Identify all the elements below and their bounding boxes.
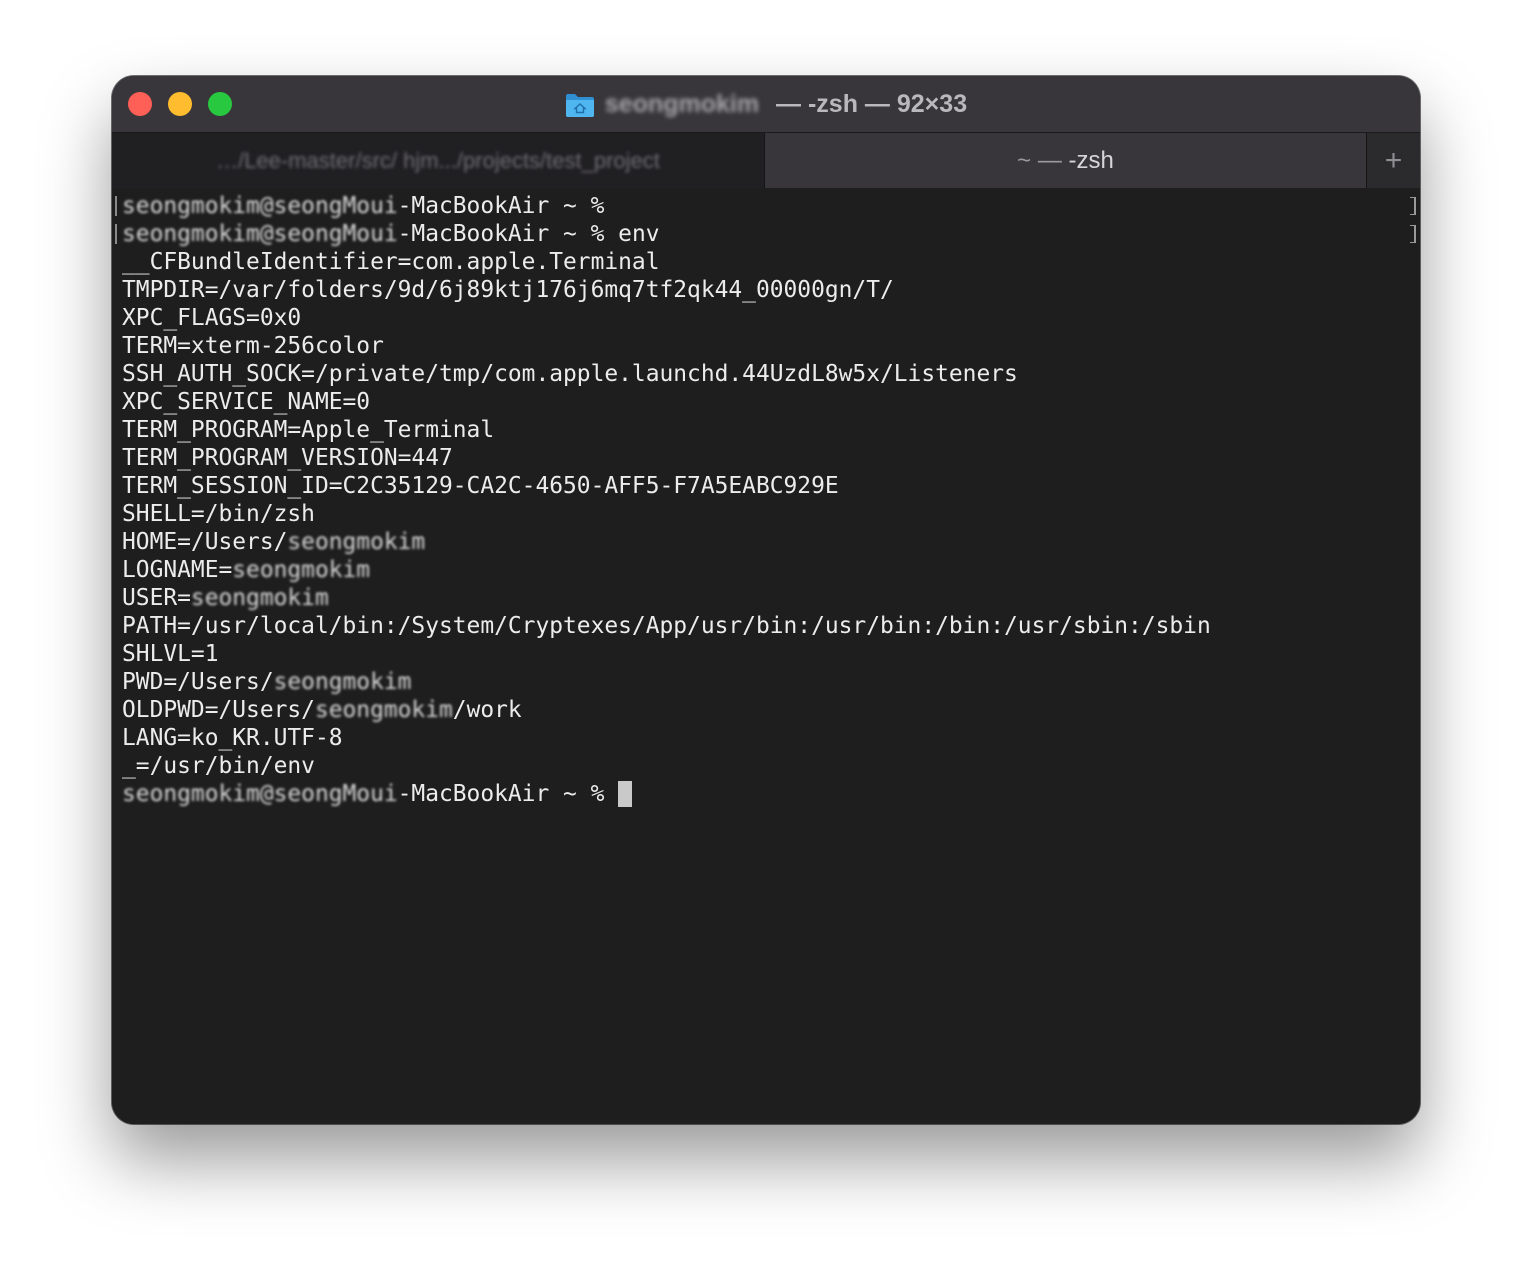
env-line-user: USER=seongmokim [122,584,1211,612]
env-line: XPC_FLAGS=0x0 [122,305,302,331]
env-line-underscore: _=/usr/bin/env [122,753,315,779]
line-marker [115,196,117,216]
folder-home-icon [565,92,595,117]
env-line: TMPDIR=/var/folders/9d/6j89ktj176j6mq7tf… [122,277,894,303]
prompt-host: -MacBookAir ~ % [397,221,619,247]
env-line-oldpwd: OLDPWD=/Users/seongmokim/work [122,696,1211,724]
tab-zsh-main: -zsh [1068,146,1114,174]
prompt-user: seongmokim@seongMoui [122,781,398,807]
env-line: SSH_AUTH_SOCK=/private/tmp/com.apple.lau… [122,361,1018,387]
tab-project[interactable]: …/Lee-master/src/ hjm.../projects/test_p… [112,133,764,188]
line-marker [115,224,117,244]
env-line: TERM=xterm-256color [122,333,384,359]
env-line: TERM_SESSION_ID=C2C35129-CA2C-4650-AFF5-… [122,473,839,499]
command-text: env [618,221,660,247]
env-line: __CFBundleIdentifier=com.apple.Terminal [122,249,660,275]
env-tail: /work [452,697,522,723]
env-key: USER= [122,585,191,611]
prompt-host: -MacBookAir ~ % [397,781,619,807]
env-line-pwd: PWD=/Users/seongmokim [122,668,1211,696]
env-user: seongmokim [314,697,453,723]
title-username: seongmokim [604,89,760,118]
terminal-window: seongmokim — -zsh — 92×33 …/Lee-master/s… [112,76,1420,1124]
prompt-line: seongmokim@seongMoui-MacBookAir ~ % env [122,220,1211,248]
env-line-shlvl: SHLVL=1 [122,641,219,667]
tab-bar: …/Lee-master/src/ hjm.../projects/test_p… [112,132,1420,188]
env-line-home: HOME=/Users/seongmokim [122,528,1211,556]
new-tab-button[interactable]: + [1366,133,1420,188]
prompt-line: seongmokim@seongMoui-MacBookAir ~ % [122,192,1211,220]
line-end-marker [1410,197,1416,215]
title-bar[interactable]: seongmokim — -zsh — 92×33 [112,76,1420,132]
prompt-host: -MacBookAir ~ % [397,193,619,219]
env-user: seongmokim [232,557,371,583]
env-line: TERM_PROGRAM=Apple_Terminal [122,417,495,443]
env-line-path: PATH=/usr/local/bin:/System/Cryptexes/Ap… [122,613,1211,639]
env-line-lang: LANG=ko_KR.UTF-8 [122,725,343,751]
env-line: SHELL=/bin/zsh [122,501,315,527]
tab-project-label: …/Lee-master/src/ hjm.../projects/test_p… [216,147,660,173]
tab-zsh-prefix: ~ — [1017,146,1069,174]
terminal-output[interactable]: seongmokim@seongMoui-MacBookAir ~ % seon… [112,188,1420,1124]
env-key: OLDPWD=/Users/ [122,697,315,723]
prompt-user: seongmokim@seongMoui [122,193,398,219]
title-suffix: — -zsh — 92×33 [769,89,968,118]
env-key: PWD=/Users/ [122,669,274,695]
terminal-lines: seongmokim@seongMoui-MacBookAir ~ % seon… [122,192,1211,808]
env-user: seongmokim [190,585,329,611]
tab-zsh[interactable]: ~ — -zsh [764,133,1366,188]
env-line: XPC_SERVICE_NAME=0 [122,389,371,415]
env-user: seongmokim [273,669,412,695]
env-line-logname: LOGNAME=seongmokim [122,556,1211,584]
prompt-user: seongmokim@seongMoui [122,221,398,247]
env-key: LOGNAME= [122,557,233,583]
prompt-line-current: seongmokim@seongMoui-MacBookAir ~ % [122,780,1211,808]
window-title: seongmokim — -zsh — 92×33 [112,76,1420,132]
env-key: HOME=/Users/ [122,529,288,555]
line-end-marker [1410,225,1416,243]
text-cursor[interactable] [618,781,633,807]
tab-zsh-label: ~ — -zsh [1017,147,1114,175]
env-user: seongmokim [287,529,426,555]
plus-icon: + [1384,143,1403,177]
env-line: TERM_PROGRAM_VERSION=447 [122,445,453,471]
